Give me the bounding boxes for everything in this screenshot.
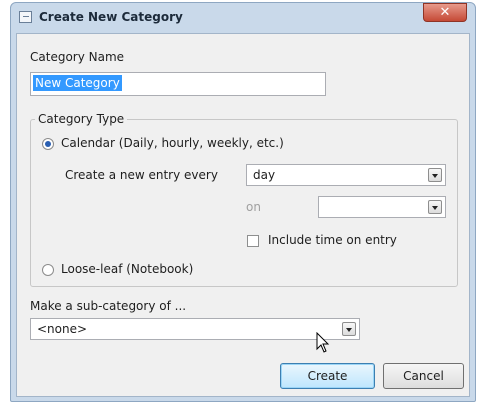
cancel-button[interactable]: Cancel [383, 363, 464, 389]
entry-every-value: day [253, 168, 276, 182]
category-name-value: New Category [33, 75, 122, 91]
on-select[interactable] [318, 196, 446, 218]
entry-every-select[interactable]: day [246, 164, 446, 186]
chevron-down-icon[interactable] [342, 322, 356, 336]
mouse-pointer-icon [316, 332, 330, 353]
dialog-window: Create New Category ✕ Category Name New … [10, 2, 476, 402]
subcategory-label: Make a sub-category of ... [30, 299, 187, 313]
include-time-checkbox[interactable] [247, 235, 259, 247]
subcategory-value: <none> [37, 322, 88, 336]
dialog-title: Create New Category [39, 10, 183, 24]
looseleaf-radio-label[interactable]: Loose-leaf (Notebook) [61, 262, 193, 276]
include-time-label[interactable]: Include time on entry [268, 233, 397, 247]
entry-every-label: Create a new entry every [65, 168, 218, 182]
category-name-label: Category Name [30, 50, 125, 64]
subcategory-select[interactable]: <none> [30, 318, 360, 340]
chevron-down-icon[interactable] [428, 200, 442, 214]
calendar-radio[interactable] [42, 138, 54, 150]
looseleaf-radio[interactable] [42, 264, 54, 276]
chevron-down-icon[interactable] [428, 168, 442, 182]
close-button[interactable]: ✕ [423, 3, 467, 22]
title-bar[interactable]: Create New Category ✕ [11, 3, 475, 33]
calendar-radio-label[interactable]: Calendar (Daily, hourly, weekly, etc.) [61, 136, 284, 150]
window-icon [19, 11, 32, 23]
category-name-input[interactable]: New Category [30, 72, 326, 96]
category-type-legend: Category Type [35, 112, 128, 126]
dialog-body: Category Name New Category Category Type… [16, 33, 470, 397]
create-button[interactable]: Create [280, 363, 375, 389]
on-label: on [246, 200, 261, 214]
